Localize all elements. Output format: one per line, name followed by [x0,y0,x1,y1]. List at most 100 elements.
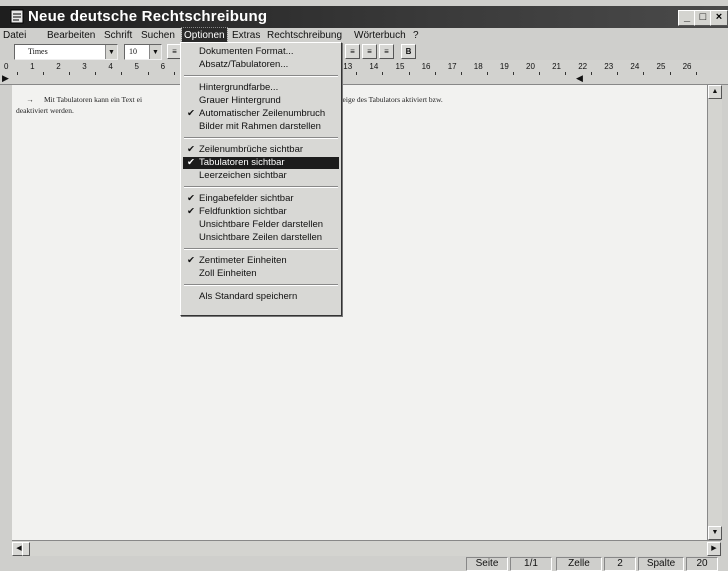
ruler-tick [356,72,358,75]
menu-item-label: Grauer Hintergrund [199,95,281,106]
ruler-tick [382,72,384,75]
ruler-number: 26 [682,62,692,71]
menu-separator [184,137,338,139]
chevron-down-icon[interactable]: ▼ [149,45,161,59]
options-menu: Dokumenten Format... Absatz/Tabulatoren..… [180,42,342,316]
ruler-tick [95,72,97,75]
ruler-number: 13 [343,62,353,71]
font-size-select[interactable]: 10 ▼ [124,44,162,60]
ruler-number: 25 [656,62,666,71]
menu-bearbeiten[interactable]: Bearbeiten [45,28,97,43]
indent-marker-icon[interactable]: ▶ [2,74,9,83]
status-column-label: Spalte [638,557,684,571]
ruler-tick [643,72,645,75]
menu-item-label: Tabulatoren sichtbar [199,157,285,168]
menu-item[interactable]: ✔ Tabulatoren sichtbar [183,157,339,169]
ruler-tick [591,72,593,75]
ruler-number: 19 [499,62,509,71]
menu-item-label: Automatischer Zeilenumbruch [199,108,326,119]
menu-suchen[interactable]: Suchen [139,28,177,43]
text-line1-left: Mit Tabulatoren kann ein Text ei [44,95,143,104]
ruler-number: 17 [447,62,457,71]
menu-item-label: Zeilenumbrüche sichtbar [199,144,304,155]
status-bar: Seite 1/1 Zelle 2 Spalte 20 [0,557,728,571]
scroll-down-icon[interactable]: ▼ [708,526,722,540]
menu-item[interactable]: ✔ Automatischer Zeilenumbruch [183,108,339,120]
menu-separator [184,248,338,250]
menu-item[interactable]: Leerzeichen sichtbar [183,170,339,182]
ruler-number: 3 [82,62,87,71]
menu-item[interactable]: Bilder mit Rahmen darstellen [183,121,339,133]
menu-schrift[interactable]: Schrift [102,28,134,43]
text-line2: deaktiviert werden. [16,106,74,115]
ruler-tick [565,72,567,75]
scroll-thumb[interactable] [22,542,30,556]
application-window: Neue deutsche Rechtschreibung _ □ × Date… [0,0,728,571]
menu-bar: Datei Bearbeiten Schrift Suchen Optionen… [0,27,728,44]
menu-item[interactable]: Unsichtbare Zeilen darstellen [183,232,339,244]
ruler-tick [121,72,123,75]
close-button[interactable]: × [710,10,728,26]
ruler-number: 20 [526,62,535,71]
app-icon [10,9,24,24]
menu-item[interactable]: Hintergrundfarbe... [183,82,339,94]
menu-rechtschreibung[interactable]: Rechtschreibung [265,28,344,43]
menu-item[interactable]: Grauer Hintergrund [183,95,339,107]
menu-datei[interactable]: Datei [1,28,28,43]
menu-item[interactable]: ✔ Zeilenumbrüche sichtbar [183,144,339,156]
menu-woerterbuch[interactable]: Wörterbuch [352,28,408,43]
document-area[interactable]: → Mit Tabulatoren kann ein Text ei nn die … [12,85,707,540]
ruler-number: 22 [578,62,588,71]
menu-item[interactable]: ✔ Eingabefelder sichtbar [183,193,339,205]
status-column-value: 20 [686,557,718,571]
ruler-tick [460,72,462,75]
ruler[interactable]: ▶ ◀ 012345678910111213141516171819202122… [0,60,728,85]
status-line-value: 2 [604,557,636,571]
menu-extras[interactable]: Extras [230,28,262,43]
menu-item[interactable]: Dokumenten Format... [183,46,339,58]
ruler-number: 16 [421,62,431,71]
menu-item-label: Zoll Einheiten [199,268,257,279]
menu-item[interactable]: Als Standard speichern [183,291,339,303]
status-page-label: Seite [466,557,508,571]
menu-item[interactable]: Absatz/Tabulatoren... [183,59,339,71]
ruler-number: 0 [4,62,9,71]
justify-button[interactable]: ≡ [379,44,394,59]
menu-separator [184,186,338,188]
checkmark-icon: ✔ [187,206,195,217]
chevron-down-icon[interactable]: ▼ [105,45,117,59]
bold-button[interactable]: B [401,44,416,59]
ruler-tick [669,72,671,75]
menu-help[interactable]: ? [411,28,421,43]
tab-arrow-icon: → [26,95,34,104]
menu-item[interactable]: ✔ Feldfunktion sichtbar [183,206,339,218]
right-margin-marker-icon[interactable]: ◀ [576,74,583,83]
checkmark-icon: ✔ [187,193,195,204]
ruler-number: 2 [56,62,61,71]
align-center-button[interactable]: ≡ [345,44,360,59]
status-line-label: Zelle [556,557,602,571]
title-bar[interactable]: Neue deutsche Rechtschreibung _ □ × [0,6,728,28]
scroll-up-icon[interactable]: ▲ [708,85,722,99]
horizontal-scrollbar[interactable]: ◀ ▶ [12,540,721,556]
align-right-button[interactable]: ≡ [362,44,377,59]
font-select[interactable]: Times ▼ [14,44,118,60]
ruler-tick [486,72,488,75]
font-size-value: 10 [129,47,137,56]
menu-item[interactable]: Unsichtbare Felder darstellen [183,219,339,231]
vertical-scrollbar[interactable]: ▲ ▼ [707,85,722,540]
menu-item[interactable]: ✔ Zentimeter Einheiten [183,255,339,267]
menu-item-label: Leerzeichen sichtbar [199,170,287,181]
ruler-tick [617,72,619,75]
ruler-tick [43,72,45,75]
menu-item[interactable]: Zoll Einheiten [183,268,339,280]
menu-optionen[interactable]: Optionen [181,27,228,44]
ruler-number: 21 [552,62,561,71]
font-value: Times [28,47,48,56]
menu-item-label: Zentimeter Einheiten [199,255,287,266]
ruler-number: 1 [30,62,35,71]
scroll-right-icon[interactable]: ▶ [707,542,721,556]
checkmark-icon: ✔ [187,255,195,266]
ruler-tick [17,72,18,75]
ruler-number: 14 [369,62,379,71]
